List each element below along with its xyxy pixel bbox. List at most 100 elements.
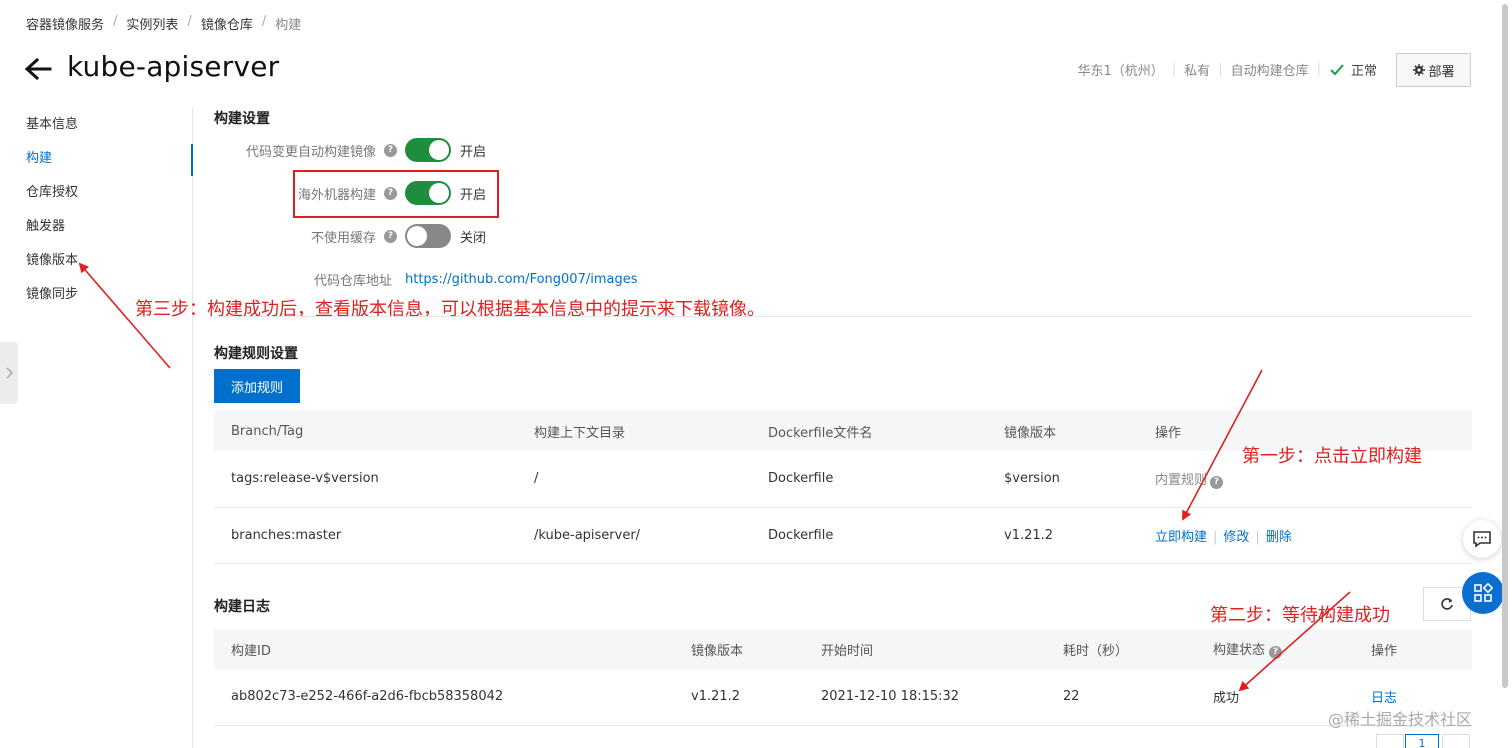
chevron-right-icon — [6, 367, 13, 379]
deploy-button[interactable]: 部署 — [1396, 53, 1471, 87]
sidebar-collapse-toggle[interactable] — [0, 342, 18, 404]
pagination-page[interactable]: 1 — [1405, 734, 1439, 748]
refresh-icon — [1441, 598, 1453, 610]
no-cache-row: 不使用缓存 ? 关闭 — [214, 224, 486, 248]
version-cell: $version — [987, 451, 1138, 508]
annotation-step2: 第二步：等待构建成功 — [1210, 605, 1390, 626]
annotation-step3: 第三步：构建成功后，查看版本信息，可以根据基本信息中的提示来下载镜像。 — [135, 299, 765, 320]
version-cell: v1.21.2 — [987, 507, 1138, 564]
log-link[interactable]: 日志 — [1371, 691, 1397, 706]
build-log-title: 构建日志 — [214, 599, 270, 615]
op-separator: | — [1213, 529, 1218, 545]
context-cell: / — [517, 451, 751, 508]
status-label: 正常 — [1350, 64, 1377, 79]
column-header: Dockerfile文件名 — [751, 411, 987, 451]
context-cell: /kube-apiserver/ — [517, 507, 751, 564]
pagination-next-button[interactable] — [1442, 734, 1470, 748]
table-row: ab802c73-e252-466f-a2d6-fbcb58358042 v1.… — [214, 669, 1472, 726]
meta-separator: | — [1218, 62, 1223, 77]
no-cache-label: 不使用缓存 — [310, 230, 376, 246]
version-cell: v1.21.2 — [674, 669, 804, 726]
table-row: branches:master /kube-apiserver/ Dockerf… — [214, 507, 1472, 564]
annotation-step1: 第一步：点击立即构建 — [1242, 446, 1422, 467]
watermark: @稀土掘金技术社区 — [1328, 710, 1473, 729]
builtin-rule-label: 内置规则 — [1155, 473, 1208, 488]
op-separator: | — [1255, 529, 1260, 545]
scrollbar[interactable] — [1500, 0, 1510, 690]
build-settings-title: 构建设置 — [214, 111, 270, 127]
duration-cell: 22 — [1046, 669, 1196, 726]
help-icon[interactable]: ? — [1210, 475, 1224, 489]
helm-icon — [1413, 64, 1426, 76]
column-header: 构建ID — [214, 629, 674, 669]
overseas-build-label: 海外机器构建 — [297, 187, 376, 203]
check-icon — [1330, 63, 1344, 75]
delete-link[interactable]: 删除 — [1266, 530, 1292, 545]
back-arrow-icon[interactable] — [24, 54, 52, 84]
sidebar-item-image-versions[interactable]: 镜像版本 — [0, 244, 192, 278]
build-now-link[interactable]: 立即构建 — [1155, 530, 1207, 545]
start-time-cell: 2021-12-10 18:15:32 — [804, 669, 1046, 726]
breadcrumb-current: 构建 — [275, 18, 302, 33]
meta-separator: | — [1316, 62, 1321, 77]
apps-grid-icon — [1474, 583, 1493, 602]
help-icon[interactable]: ? — [1269, 645, 1283, 659]
build-log-table: 构建ID 镜像版本 开始时间 耗时（秒） 构建状态? 操作 ab802c73-e… — [214, 629, 1472, 726]
auto-build-state: 开启 — [460, 144, 487, 160]
scrollbar-thumb[interactable] — [1502, 4, 1508, 688]
breadcrumb: 容器镜像服务 / 实例列表 / 镜像仓库 / 构建 — [26, 14, 301, 33]
repo-url-label: 代码仓库地址 — [313, 273, 392, 289]
column-header: 开始时间 — [804, 629, 1046, 669]
column-header: 镜像版本 — [674, 629, 804, 669]
breadcrumb-separator: / — [113, 14, 118, 29]
deploy-button-label: 部署 — [1428, 64, 1455, 80]
column-header: 耗时（秒） — [1046, 629, 1196, 669]
branch-cell: tags:release-v$version — [214, 451, 517, 508]
repo-url-link[interactable]: https://github.com/Fong007/images — [405, 272, 637, 287]
feedback-button[interactable] — [1463, 520, 1501, 558]
region-label: 华东1（杭州） — [1077, 64, 1164, 79]
breadcrumb-separator: / — [261, 14, 267, 29]
sidebar: 基本信息 构建 仓库授权 触发器 镜像版本 镜像同步 — [0, 108, 193, 748]
column-header: 操作 — [1354, 629, 1472, 669]
sidebar-item-basic-info[interactable]: 基本信息 — [0, 108, 192, 142]
table-header-row: 构建ID 镜像版本 开始时间 耗时（秒） 构建状态? 操作 — [214, 629, 1472, 669]
breadcrumb-item[interactable]: 容器镜像服务 — [26, 14, 104, 33]
chat-icon — [1473, 531, 1491, 548]
auto-build-row: 代码变更自动构建镜像 ? 开启 — [214, 138, 486, 162]
help-icon[interactable]: ? — [384, 143, 397, 157]
no-cache-switch[interactable] — [405, 224, 451, 248]
edit-link[interactable]: 修改 — [1223, 530, 1249, 545]
overseas-build-row: 海外机器构建 ? 开启 — [214, 181, 486, 205]
help-icon[interactable]: ? — [384, 229, 397, 243]
repo-meta: 华东1（杭州） | 私有 | 自动构建仓库 | 正常 — [1078, 60, 1378, 79]
build-rules-table: Branch/Tag 构建上下文目录 Dockerfile文件名 镜像版本 操作… — [214, 411, 1472, 564]
sidebar-item-triggers[interactable]: 触发器 — [0, 210, 192, 244]
pagination-prev-button[interactable] — [1376, 734, 1404, 748]
meta-separator: | — [1171, 62, 1177, 77]
column-header: 构建上下文目录 — [517, 411, 751, 451]
build-status-header: 构建状态 — [1213, 643, 1266, 659]
section-divider — [214, 316, 1472, 317]
auto-build-switch[interactable] — [405, 138, 451, 162]
branch-cell: branches:master — [214, 507, 517, 564]
column-header: 构建状态? — [1196, 629, 1354, 669]
sidebar-item-build[interactable]: 构建 — [0, 142, 193, 176]
column-header: 镜像版本 — [987, 411, 1138, 451]
no-cache-state: 关闭 — [460, 230, 487, 246]
auto-build-label: 代码变更自动构建镜像 — [245, 144, 376, 160]
breadcrumb-item[interactable]: 实例列表 — [126, 14, 178, 33]
breadcrumb-separator: / — [187, 14, 192, 29]
operation-cell: 立即构建 | 修改 | 删除 — [1138, 507, 1472, 564]
repo-type-label: 自动构建仓库 — [1230, 64, 1309, 79]
add-rule-button[interactable]: 添加规则 — [214, 369, 300, 403]
sidebar-item-repo-auth[interactable]: 仓库授权 — [0, 176, 192, 210]
apps-button[interactable] — [1462, 572, 1504, 614]
repo-url-row: 代码仓库地址 https://github.com/Fong007/images — [214, 267, 638, 291]
dockerfile-cell: Dockerfile — [751, 451, 987, 508]
page-title: kube-apiserver — [67, 50, 280, 83]
breadcrumb-item[interactable]: 镜像仓库 — [201, 14, 253, 33]
help-icon[interactable]: ? — [384, 186, 397, 200]
overseas-build-switch[interactable] — [405, 181, 451, 205]
visibility-label: 私有 — [1184, 64, 1211, 79]
